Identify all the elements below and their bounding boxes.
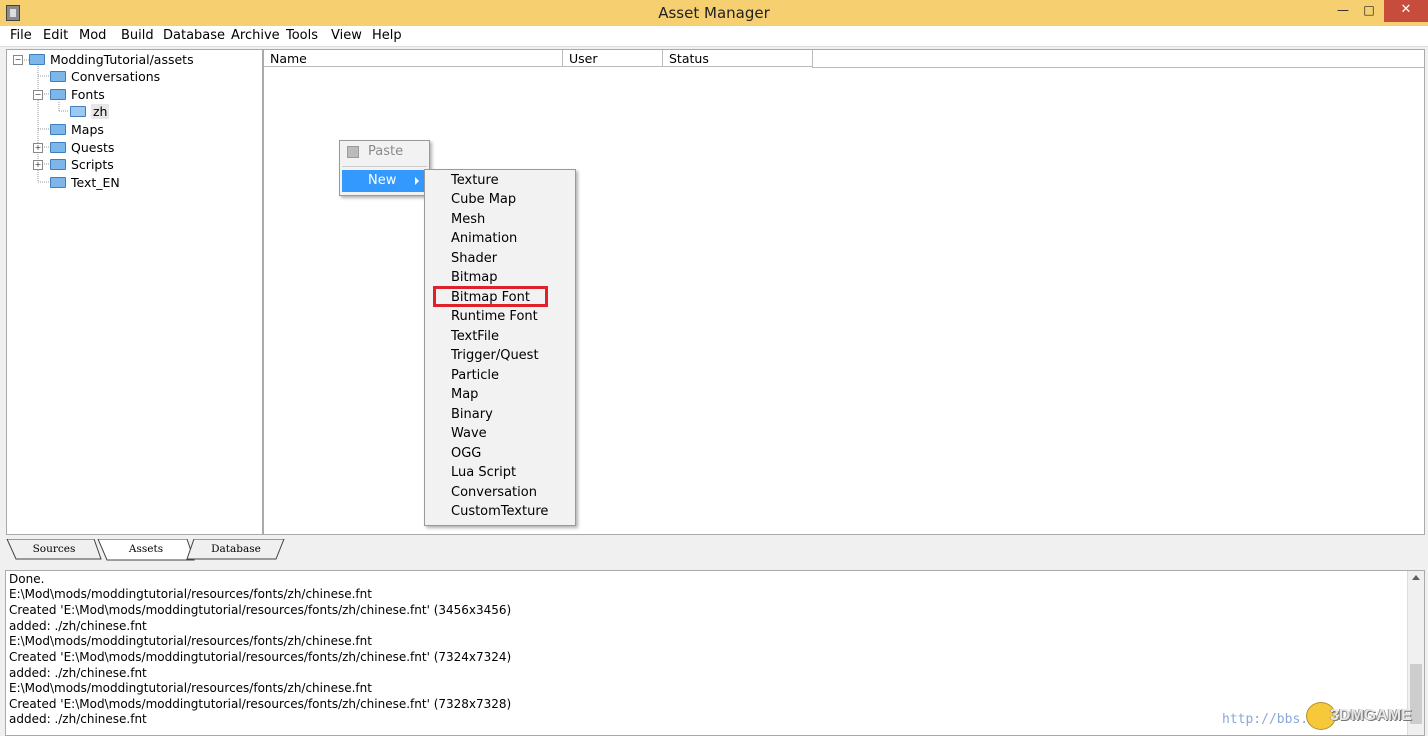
- tab-label: Assets: [128, 543, 164, 555]
- submenu-item-cube-map[interactable]: Cube Map: [451, 190, 516, 209]
- tree-item-zh[interactable]: zh: [70, 104, 110, 120]
- submenu-arrow-icon: [415, 177, 419, 185]
- column-header-status[interactable]: Status: [663, 50, 813, 67]
- log-line: Created 'E:\Mod\mods/moddingtutorial/res…: [9, 697, 512, 711]
- output-log[interactable]: Done. E:\Mod\mods/moddingtutorial/resour…: [5, 570, 1425, 736]
- menu-bar: File Edit Mod Build Database Archive Too…: [0, 26, 1428, 47]
- log-line: Created 'E:\Mod\mods/moddingtutorial/res…: [9, 650, 512, 664]
- submenu-item-runtime-font[interactable]: Runtime Font: [451, 307, 538, 326]
- submenu-item-customtexture[interactable]: CustomTexture: [451, 502, 548, 521]
- tree-item-label: Text_EN: [71, 175, 120, 190]
- asset-tree[interactable]: − ModdingTutorial/assets Conversations −…: [6, 49, 263, 535]
- column-header-user[interactable]: User: [563, 50, 663, 67]
- submenu-item-trigger-quest[interactable]: Trigger/Quest: [451, 346, 539, 365]
- tab-assets[interactable]: Assets: [97, 539, 195, 561]
- submenu-item-mesh[interactable]: Mesh: [451, 210, 485, 229]
- window-title: Asset Manager: [658, 4, 770, 22]
- folder-icon: [50, 159, 66, 170]
- tab-database[interactable]: Database: [186, 539, 286, 560]
- menu-tools[interactable]: Tools: [286, 28, 318, 43]
- folder-icon: [50, 124, 66, 135]
- tree-item-text-en[interactable]: Text_EN: [50, 175, 120, 191]
- context-menu: Paste New: [339, 140, 430, 196]
- minimize-button[interactable]: —: [1330, 0, 1356, 22]
- log-line: E:\Mod\mods/moddingtutorial/resources/fo…: [9, 634, 372, 648]
- expand-scripts-toggle[interactable]: +: [33, 160, 43, 170]
- log-line: added: ./zh/chinese.fnt: [9, 619, 147, 633]
- new-label: New: [368, 173, 397, 188]
- tree-item-fonts[interactable]: Fonts: [50, 87, 105, 103]
- submenu-item-ogg[interactable]: OGG: [451, 444, 481, 463]
- submenu-item-bitmap[interactable]: Bitmap: [451, 268, 498, 287]
- submenu-item-map[interactable]: Map: [451, 385, 478, 404]
- log-line: Created 'E:\Mod\mods/moddingtutorial/res…: [9, 603, 512, 617]
- folder-icon: [50, 71, 66, 82]
- submenu-item-particle[interactable]: Particle: [451, 366, 499, 385]
- collapse-root-toggle[interactable]: −: [13, 55, 23, 65]
- watermark-logo: 3DMGAME: [1330, 707, 1412, 724]
- tree-item-quests[interactable]: Quests: [50, 140, 114, 156]
- log-line: Done.: [9, 572, 45, 586]
- scroll-up-arrow-icon[interactable]: [1412, 575, 1420, 580]
- submenu-item-conversation[interactable]: Conversation: [451, 483, 537, 502]
- collapse-fonts-toggle[interactable]: −: [33, 90, 43, 100]
- submenu-item-lua-script[interactable]: Lua Script: [451, 463, 516, 482]
- submenu-item-binary[interactable]: Binary: [451, 405, 493, 424]
- tree-item-label: Maps: [71, 122, 104, 137]
- folder-icon: [50, 89, 66, 100]
- menu-mod[interactable]: Mod: [79, 28, 106, 43]
- folder-icon: [50, 142, 66, 153]
- menu-item-new[interactable]: New: [342, 170, 425, 192]
- menu-archive[interactable]: Archive: [231, 28, 280, 43]
- menu-item-paste[interactable]: Paste: [342, 141, 427, 163]
- watermark-url: http://bbs.: [1222, 712, 1309, 727]
- tab-label: Sources: [32, 543, 76, 555]
- tree-item-root[interactable]: ModdingTutorial/assets: [29, 52, 194, 68]
- paste-label: Paste: [368, 144, 404, 159]
- submenu-item-wave[interactable]: Wave: [451, 424, 487, 443]
- log-line: added: ./zh/chinese.fnt: [9, 666, 147, 680]
- menu-edit[interactable]: Edit: [43, 28, 68, 43]
- tree-item-scripts[interactable]: Scripts: [50, 157, 114, 173]
- close-button[interactable]: ✕: [1384, 0, 1428, 22]
- tree-item-label: ModdingTutorial/assets: [50, 52, 194, 67]
- new-submenu: Texture Cube Map Mesh Animation Shader B…: [424, 169, 576, 526]
- menu-separator: [342, 166, 427, 167]
- log-line: E:\Mod\mods/moddingtutorial/resources/fo…: [9, 681, 372, 695]
- open-folder-icon: [70, 106, 86, 117]
- tab-sources[interactable]: Sources: [6, 539, 102, 560]
- submenu-item-shader[interactable]: Shader: [451, 249, 497, 268]
- tree-item-conversations[interactable]: Conversations: [50, 69, 160, 85]
- paste-icon: [347, 146, 359, 158]
- tree-item-label: Fonts: [71, 87, 105, 102]
- annotation-highlight-box: [433, 286, 548, 307]
- submenu-item-animation[interactable]: Animation: [451, 229, 517, 248]
- log-line: added: ./zh/chinese.fnt: [9, 712, 147, 726]
- tree-item-label: Scripts: [71, 157, 114, 172]
- menu-database[interactable]: Database: [163, 28, 225, 43]
- log-line: E:\Mod\mods/moddingtutorial/resources/fo…: [9, 587, 372, 601]
- column-header-filler: [812, 50, 1424, 68]
- maximize-button[interactable]: □: [1356, 0, 1382, 22]
- tree-item-label: Conversations: [71, 69, 161, 84]
- submenu-item-textfile[interactable]: TextFile: [451, 327, 499, 346]
- column-header-name[interactable]: Name: [264, 50, 563, 67]
- menu-build[interactable]: Build: [121, 28, 154, 43]
- tab-label: Database: [211, 543, 261, 555]
- submenu-item-texture[interactable]: Texture: [451, 171, 499, 190]
- folder-icon: [29, 54, 45, 65]
- menu-view[interactable]: View: [331, 28, 362, 43]
- title-bar: Asset Manager — □ ✕: [0, 0, 1428, 26]
- tree-item-label: zh: [91, 104, 110, 119]
- tree-item-label: Quests: [71, 140, 115, 155]
- expand-quests-toggle[interactable]: +: [33, 143, 43, 153]
- menu-file[interactable]: File: [10, 28, 32, 43]
- menu-help[interactable]: Help: [372, 28, 402, 43]
- tree-item-maps[interactable]: Maps: [50, 122, 104, 138]
- tab-bar: Sources Assets Database: [0, 536, 1428, 568]
- folder-icon: [50, 177, 66, 188]
